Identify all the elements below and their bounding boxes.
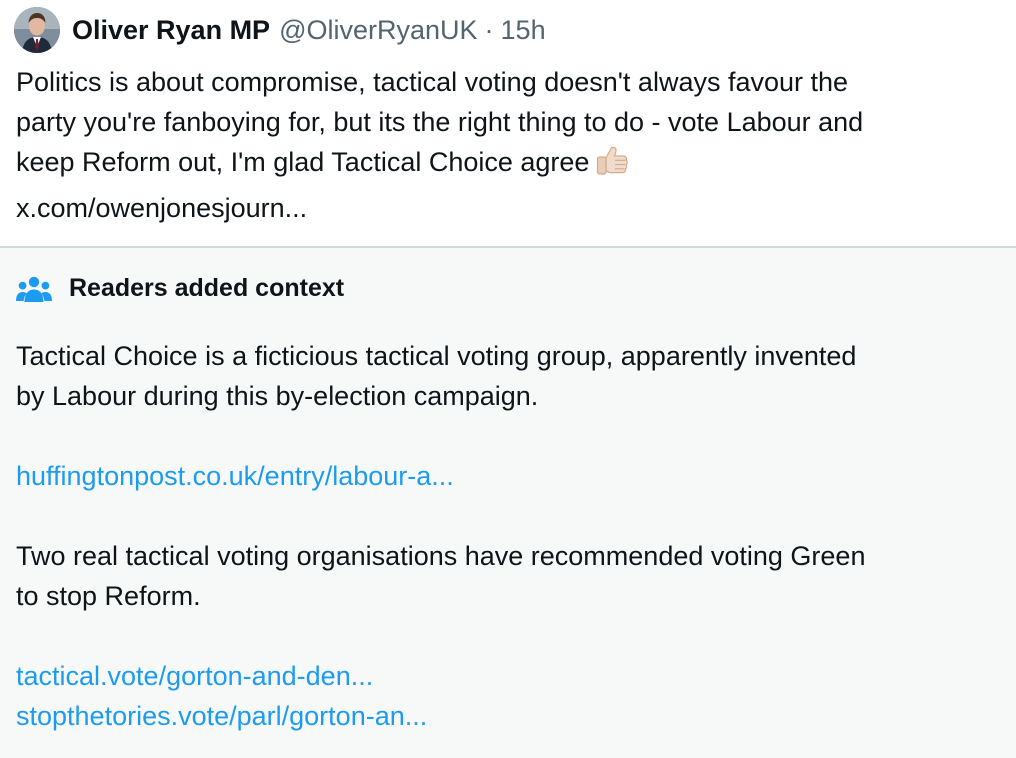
thumbs-up-icon: [595, 145, 629, 188]
tweet-header: Oliver Ryan MP @OliverRyanUK · 15h: [14, 4, 546, 56]
tweet-text-segment: keep Reform out, I'm glad Tactical Choic…: [16, 147, 590, 177]
note-text-line: to stop Reform.: [16, 581, 201, 611]
people-icon: [16, 276, 52, 302]
tweet-main: Oliver Ryan MP @OliverRyanUK · 15h Polit…: [0, 0, 1016, 246]
tweet-text-line: keep Reform out, I'm glad Tactical Choic…: [16, 142, 1006, 188]
tweet: Oliver Ryan MP @OliverRyanUK · 15h Polit…: [0, 0, 1016, 758]
tweet-text: Politics is about compromise, tactical v…: [16, 62, 1006, 228]
tweet-text-line: Politics is about compromise, tactical v…: [16, 67, 849, 97]
note-paragraph: Two real tactical voting organisations h…: [16, 536, 1006, 616]
note-text-line: by Labour during this by-election campai…: [16, 381, 539, 411]
note-source-link[interactable]: stopthetories.vote/parl/gorton-an...: [16, 696, 427, 736]
community-note-title: Readers added context: [69, 274, 345, 302]
author-handle[interactable]: @OliverRyanUK: [279, 15, 477, 46]
note-paragraph: Tactical Choice is a ficticious tactical…: [16, 336, 1006, 416]
tweet-link[interactable]: x.com/owenjonesjourn...: [16, 188, 1006, 228]
tweet-text-line: party you're fanboying for, but its the …: [16, 107, 864, 137]
note-source-link[interactable]: huffingtonpost.co.uk/entry/labour-a...: [16, 456, 454, 496]
author-name[interactable]: Oliver Ryan MP: [72, 15, 270, 46]
note-source-link[interactable]: tactical.vote/gorton-and-den...: [16, 656, 373, 696]
note-text-line: Two real tactical voting organisations h…: [16, 541, 866, 571]
community-note: Readers added context Tactical Choice is…: [0, 248, 1016, 758]
avatar-image: [14, 7, 60, 53]
community-note-header: Readers added context: [16, 274, 344, 303]
timestamp[interactable]: 15h: [501, 15, 546, 46]
separator-dot: ·: [484, 14, 494, 45]
note-text-line: Tactical Choice is a ficticious tactical…: [16, 341, 857, 371]
avatar[interactable]: [14, 7, 60, 53]
